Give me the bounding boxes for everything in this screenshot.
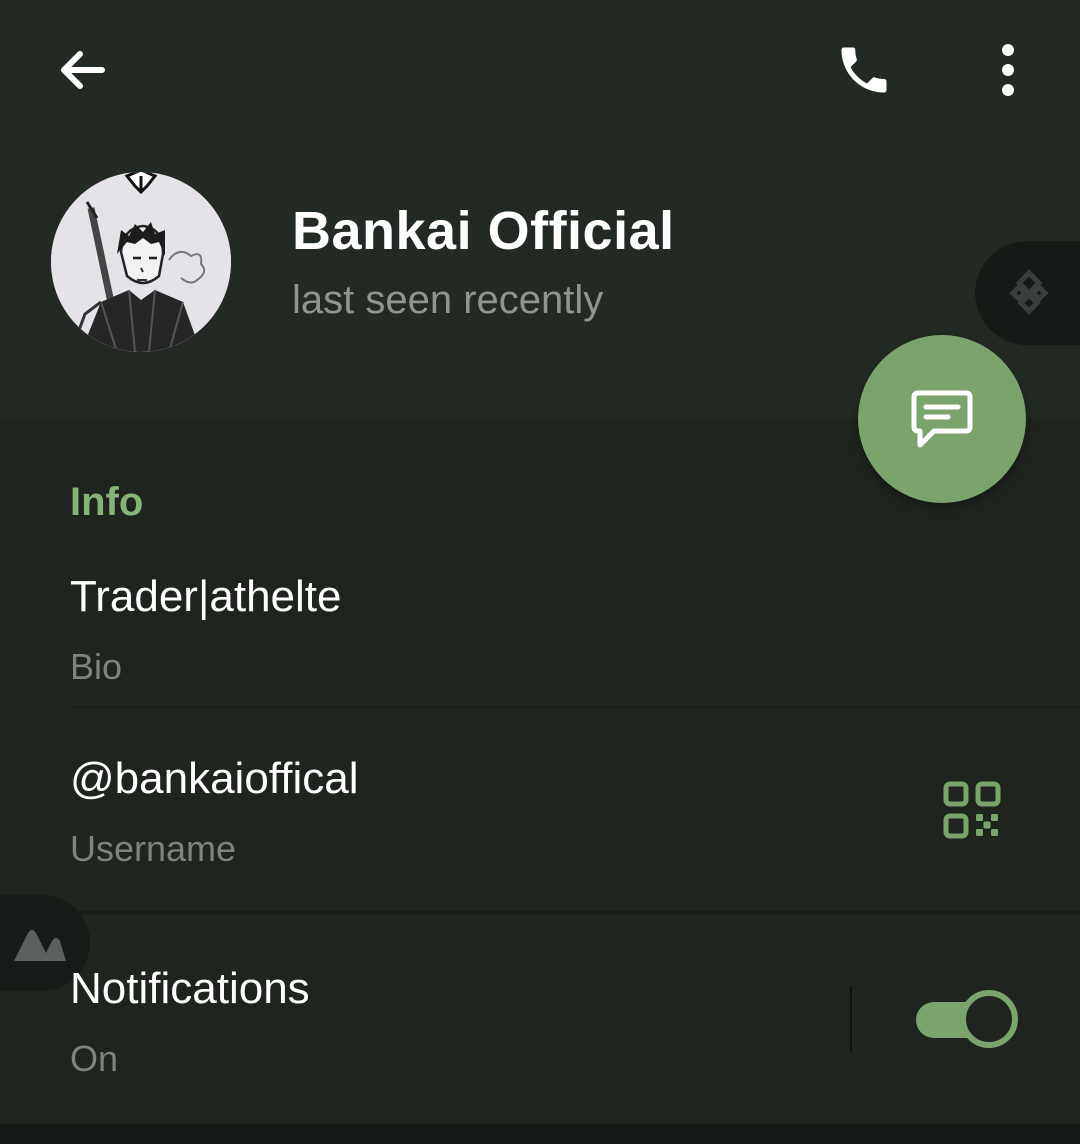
diamond-logo-icon (1009, 269, 1049, 315)
phone-icon (841, 47, 887, 93)
qr-code-button[interactable] (932, 770, 1012, 850)
avatar[interactable] (51, 172, 231, 352)
profile-name: Bankai Official (292, 201, 675, 261)
divider (70, 706, 1080, 708)
send-message-fab[interactable] (858, 335, 1026, 503)
vertical-separator (850, 986, 852, 1052)
last-seen-status: last seen recently (292, 278, 604, 322)
toggle-knob (960, 990, 1018, 1048)
call-button[interactable] (824, 32, 904, 108)
bio-label: Bio (70, 646, 123, 687)
more-vertical-icon (1002, 44, 1014, 96)
qr-code-icon (943, 781, 1001, 839)
arrow-left-icon (61, 51, 105, 89)
notifications-toggle[interactable] (914, 990, 1018, 1050)
username-value[interactable]: @bankaioffical (70, 754, 358, 804)
info-section-title: Info (70, 480, 144, 524)
floating-overlay-button-right[interactable] (975, 241, 1080, 345)
section-divider (0, 911, 1080, 914)
more-options-button[interactable] (968, 32, 1048, 108)
back-button[interactable] (40, 32, 124, 108)
bottom-strip (0, 1124, 1080, 1144)
anime-swordsman-avatar (51, 172, 231, 352)
profile-screen: Bankai Official last seen recently Info … (0, 0, 1080, 1144)
notifications-state: On (70, 1038, 119, 1079)
username-label: Username (70, 828, 237, 869)
notifications-label[interactable]: Notifications (70, 964, 310, 1014)
message-icon (911, 390, 973, 448)
bio-value[interactable]: Trader|athelte (70, 572, 342, 622)
mountain-logo-icon (14, 930, 66, 961)
